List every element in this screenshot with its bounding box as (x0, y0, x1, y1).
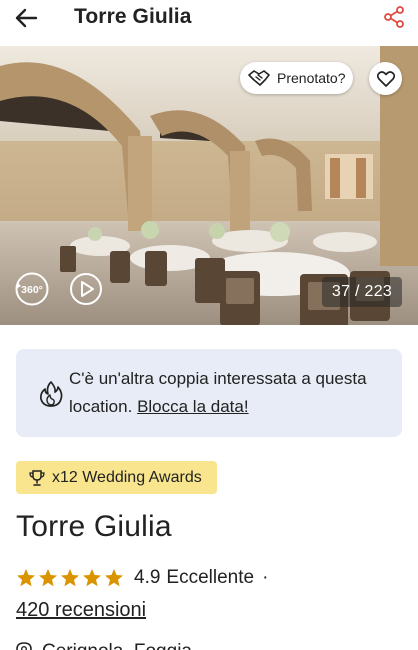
view-360-icon: 360° (15, 272, 49, 306)
flame-icon (39, 381, 63, 407)
share-button[interactable] (382, 5, 406, 29)
rating-row: 4.9 Eccellente · (16, 566, 268, 590)
page-title: Torre Giulia (74, 5, 192, 28)
handshake-icon (248, 70, 270, 86)
arrow-left-icon (15, 8, 38, 28)
rating-stars (16, 568, 124, 588)
photo-gallery[interactable]: Prenotato? 360° 37 / 223 (0, 46, 418, 325)
awards-label: x12 Wedding Awards (52, 468, 202, 486)
booked-label: Prenotato? (277, 70, 346, 86)
heart-outline-icon (376, 70, 395, 87)
star-icon (17, 569, 35, 587)
star-icon (83, 569, 101, 587)
wedding-awards-badge: x12 Wedding Awards (16, 461, 217, 494)
reviews-link[interactable]: 420 recensioni (16, 599, 146, 622)
play-circle-icon (70, 273, 102, 305)
location-row[interactable]: Cerignola, Foggia (16, 641, 192, 650)
view-360-button[interactable]: 360° (14, 271, 50, 307)
view-360-label: 360° (21, 284, 43, 296)
star-icon (39, 569, 57, 587)
star-icon (61, 569, 79, 587)
rating-value: 4.9 (134, 567, 161, 588)
photo-counter: 37 / 223 (322, 277, 402, 307)
star-icon (105, 569, 123, 587)
back-button[interactable] (12, 6, 40, 30)
notice-text: C'è un'altra coppia interessata a questa… (69, 365, 389, 421)
favorite-button[interactable] (369, 62, 402, 95)
location-text: Cerignola, Foggia (42, 641, 192, 650)
interest-notice: C'è un'altra coppia interessata a questa… (16, 349, 402, 437)
booked-button[interactable]: Prenotato? (240, 62, 353, 94)
rating-separator: · (262, 567, 269, 588)
venue-name: Torre Giulia (16, 510, 172, 543)
block-date-link[interactable]: Blocca la data! (137, 397, 249, 416)
share-icon (384, 6, 404, 28)
map-pin-icon (16, 642, 32, 650)
trophy-icon (29, 469, 45, 486)
rating-word: Eccellente (166, 567, 255, 588)
top-bar: Torre Giulia (0, 0, 418, 46)
play-video-button[interactable] (69, 272, 103, 306)
